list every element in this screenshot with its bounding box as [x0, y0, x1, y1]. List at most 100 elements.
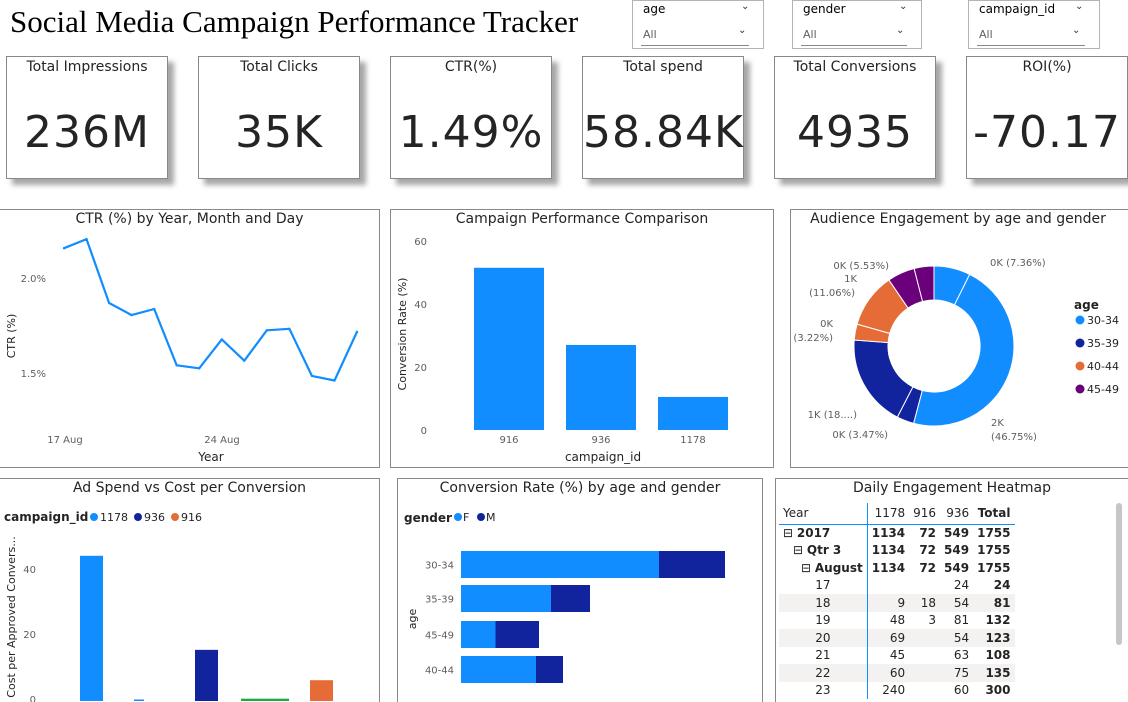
chevron-down-icon[interactable]: ⌄ — [741, 1, 749, 12]
matrix-row[interactable]: 21 45 63 108 — [779, 646, 1015, 665]
matrix-cell[interactable] — [866, 576, 910, 594]
matrix-cell[interactable]: 48 — [866, 611, 910, 629]
matrix-scrollbar[interactable] — [1116, 503, 1122, 645]
matrix-row-header[interactable]: 19 — [779, 612, 867, 630]
kpi-value: 4935 — [797, 107, 913, 158]
matrix-row-header[interactable]: ⊟ August — [779, 559, 867, 577]
matrix-cell[interactable]: 18 — [909, 594, 940, 612]
legend-item: F — [463, 511, 469, 524]
legend-item: M — [486, 511, 496, 524]
matrix-cell[interactable]: 69 — [866, 629, 910, 647]
matrix-header-cell[interactable]: Total — [973, 503, 1014, 524]
matrix-row[interactable]: ⊟ 2017 1134 72 549 1755 — [779, 524, 1015, 542]
kpi-label: CTR(%) — [444, 59, 498, 75]
matrix-cell[interactable]: 1755 — [973, 524, 1014, 542]
matrix-row-header[interactable]: ⊟ Qtr 3 — [779, 542, 867, 560]
matrix-row[interactable]: ⊟ Qtr 3 1134 72 549 1755 — [779, 541, 1015, 560]
matrix-row[interactable]: 22 60 75 135 — [779, 664, 1015, 682]
ad-spend-chart[interactable]: Ad Spend vs Cost per Conversion campaign… — [0, 478, 380, 702]
matrix-cell[interactable]: 108 — [973, 647, 1014, 665]
matrix-row[interactable]: 23 240 60 300 — [779, 681, 1015, 700]
matrix-row-header[interactable]: ⊟ 2017 — [779, 524, 867, 542]
matrix-cell[interactable]: 1134 — [866, 559, 910, 577]
collapse-icon[interactable]: ⊟ — [793, 543, 807, 557]
matrix-row[interactable]: 20 69 54 123 — [779, 629, 1015, 647]
slicer-campaign-id-value[interactable]: All — [979, 28, 993, 41]
matrix-cell[interactable]: 60 — [940, 682, 973, 700]
chevron-down-icon[interactable]: ⌄ — [1072, 25, 1080, 36]
matrix-header-cell[interactable]: 1178 — [866, 503, 910, 524]
conversion-age-gender-chart[interactable]: Conversion Rate (%) by age and gender ge… — [397, 478, 763, 702]
matrix-cell[interactable]: 45 — [866, 646, 910, 664]
matrix-cell[interactable]: 75 — [940, 664, 973, 682]
ctr-data-point — [175, 364, 178, 367]
matrix-cell[interactable]: 549 — [940, 559, 973, 577]
collapse-icon[interactable]: ⊟ — [801, 561, 815, 575]
matrix-cell[interactable] — [909, 682, 940, 700]
daily-engagement-heatmap[interactable]: Daily Engagement Heatmap Year 1178 916 9… — [775, 478, 1128, 702]
matrix-cell[interactable] — [909, 647, 940, 665]
matrix-cell[interactable]: 300 — [973, 682, 1014, 700]
matrix-row-header[interactable]: 20 — [779, 629, 867, 647]
matrix-cell[interactable]: 123 — [973, 629, 1014, 647]
matrix-cell[interactable] — [909, 577, 940, 595]
matrix-row-header[interactable]: 21 — [779, 647, 867, 665]
slicer-age-value[interactable]: All — [643, 28, 657, 41]
slicer-age[interactable]: age ⌄ All ⌄ — [632, 0, 764, 49]
matrix-row-header[interactable]: 23 — [779, 682, 867, 700]
matrix-header-cell[interactable]: Year — [779, 503, 867, 524]
matrix-cell[interactable]: 1755 — [973, 559, 1014, 577]
kpi-value: 236M — [24, 107, 150, 158]
matrix-cell[interactable]: 240 — [866, 681, 910, 699]
matrix-row-label: 23 — [815, 683, 831, 698]
matrix-cell[interactable]: 72 — [909, 542, 940, 560]
matrix-cell[interactable]: 9 — [866, 594, 910, 612]
ctr-line-chart[interactable]: CTR (%) by Year, Month and Day 2.0% 1.5%… — [0, 209, 380, 468]
matrix-row[interactable]: 18 9 18 54 81 — [779, 594, 1015, 612]
audience-donut-chart[interactable]: Audience Engagement by age and gender ag… — [790, 209, 1128, 468]
matrix-cell[interactable]: 72 — [909, 559, 940, 577]
conversion-bar — [461, 585, 551, 612]
legend-marker — [1075, 361, 1085, 371]
dashboard-title: Social Media Campaign Performance Tracke… — [10, 4, 579, 39]
slicer-gender-value[interactable]: All — [803, 28, 817, 41]
matrix-cell[interactable]: 81 — [940, 612, 973, 630]
matrix-cell[interactable]: 72 — [909, 524, 940, 542]
matrix-cell[interactable]: 24 — [973, 577, 1014, 595]
matrix-row[interactable]: 19 48 3 81 132 — [779, 611, 1015, 630]
slicer-campaign-id[interactable]: campaign_id ⌄ All ⌄ — [968, 0, 1100, 49]
chevron-down-icon[interactable]: ⌄ — [899, 1, 907, 12]
matrix-cell[interactable]: 81 — [973, 594, 1014, 612]
matrix-row-header[interactable]: 22 — [779, 664, 867, 682]
matrix-cell[interactable]: 549 — [940, 524, 973, 542]
conversion-bar — [461, 621, 496, 648]
matrix-cell[interactable]: 63 — [940, 647, 973, 665]
matrix-cell[interactable]: 1134 — [866, 524, 910, 542]
collapse-icon[interactable]: ⊟ — [783, 526, 797, 540]
matrix-header-cell[interactable]: 936 — [940, 503, 973, 524]
chevron-down-icon[interactable]: ⌄ — [896, 25, 904, 36]
matrix-cell[interactable]: 54 — [940, 629, 973, 647]
matrix-row-header[interactable]: 17 — [779, 577, 867, 595]
chevron-down-icon[interactable]: ⌄ — [738, 25, 746, 36]
matrix-row[interactable]: ⊟ August 1134 72 549 1755 — [779, 559, 1015, 577]
slicer-gender[interactable]: gender ⌄ All ⌄ — [792, 0, 922, 49]
matrix-cell[interactable]: 1755 — [973, 542, 1014, 560]
matrix-row-header[interactable]: 18 — [779, 594, 867, 612]
matrix-cell[interactable] — [909, 664, 940, 682]
y-tick-label: 0 — [421, 426, 427, 437]
matrix-cell[interactable] — [909, 629, 940, 647]
matrix-cell[interactable]: 3 — [909, 612, 940, 630]
matrix-cell[interactable]: 549 — [940, 542, 973, 560]
matrix-header-cell[interactable]: 916 — [909, 503, 940, 524]
chevron-down-icon[interactable]: ⌄ — [1075, 1, 1083, 12]
matrix-cell[interactable]: 54 — [940, 594, 973, 612]
matrix-cell[interactable]: 135 — [973, 664, 1014, 682]
matrix-cell[interactable]: 1134 — [866, 541, 910, 559]
ctr-data-point — [288, 327, 291, 330]
matrix-row[interactable]: 17 24 24 — [779, 576, 1015, 595]
campaign-bar-chart[interactable]: Campaign Performance Comparison 60 40 20… — [390, 209, 774, 468]
matrix-cell[interactable]: 60 — [866, 664, 910, 682]
matrix-cell[interactable]: 24 — [940, 577, 973, 595]
matrix-cell[interactable]: 132 — [973, 612, 1014, 630]
